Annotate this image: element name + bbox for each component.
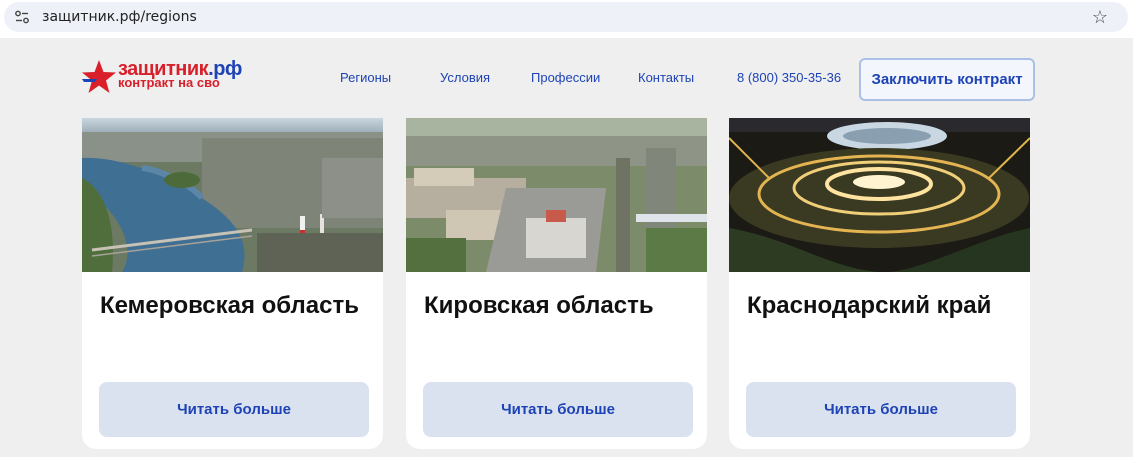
region-card: Кемеровская область Читать больше [82, 118, 383, 449]
read-more-button[interactable]: Читать больше [746, 382, 1016, 437]
star-icon[interactable]: ☆ [1092, 8, 1108, 26]
region-card: Краснодарский край Читать больше [729, 118, 1030, 449]
region-card: Кировская область Читать больше [406, 118, 707, 449]
logo-star-icon [82, 60, 116, 93]
site-logo[interactable]: защитник.рф контракт на сво [80, 58, 270, 100]
region-photo [729, 118, 1030, 272]
region-title: Кировская область [424, 292, 654, 319]
region-title: Краснодарский край [747, 292, 992, 319]
region-photo [406, 118, 707, 272]
phone-link[interactable]: 8 (800) 350-35-36 [737, 70, 841, 86]
site-header: защитник.рф контракт на сво Регионы Усло… [0, 38, 1133, 118]
url-text[interactable]: защитник.рф/regions [42, 9, 197, 25]
nav-link-conditions[interactable]: Условия [440, 70, 490, 86]
nav-link-regions[interactable]: Регионы [340, 70, 391, 86]
nav-link-professions[interactable]: Профессии [531, 70, 600, 86]
site-settings-icon[interactable] [14, 9, 30, 25]
read-more-button[interactable]: Читать больше [99, 382, 369, 437]
address-field[interactable]: защитник.рф/regions ☆ [4, 2, 1128, 32]
region-photo [82, 118, 383, 272]
nav-link-contacts[interactable]: Контакты [638, 70, 694, 86]
sign-contract-button[interactable]: Заключить контракт [859, 58, 1035, 101]
read-more-button[interactable]: Читать больше [423, 382, 693, 437]
region-title: Кемеровская область [100, 292, 359, 319]
logo-subtitle: контракт на сво [118, 75, 220, 90]
browser-address-bar: защитник.рф/regions ☆ [0, 0, 1133, 38]
